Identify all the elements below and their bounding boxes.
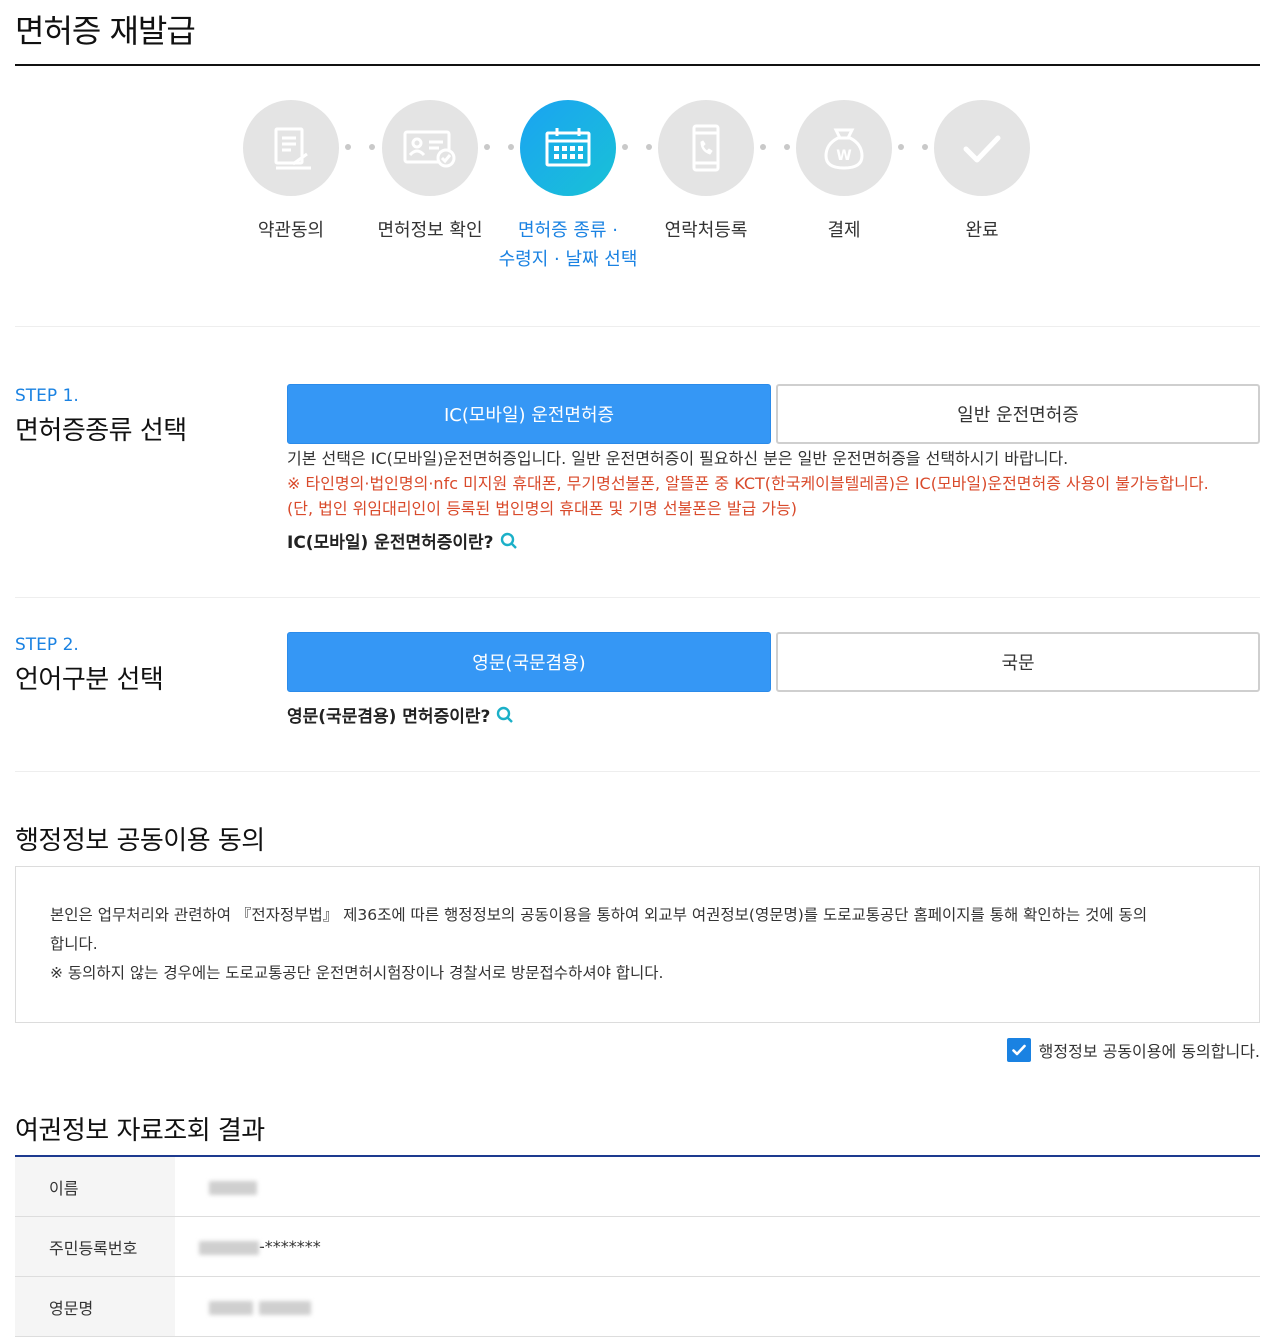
step-license-info: 면허정보 확인	[355, 100, 505, 245]
checkmark-icon	[934, 100, 1030, 196]
default-selection-note: 기본 선택은 IC(모바일)운전면허증입니다. 일반 운전면허증이 필요하신 분…	[287, 449, 1069, 468]
step-label: 완료	[965, 220, 999, 241]
step-label-line2: 수령지 · 날짜 선택	[498, 249, 638, 270]
step-label: 면허정보 확인	[377, 220, 483, 241]
row-value-resident-number: -*******	[175, 1216, 1260, 1277]
table-row: 이름	[15, 1157, 1260, 1217]
step2-tag: STEP 2.	[15, 635, 79, 655]
step1-heading: 면허증종류 선택	[15, 416, 187, 446]
step-payment: W 결제	[769, 100, 919, 245]
step-terms: 약관동의	[216, 100, 366, 245]
phone-icon	[658, 100, 754, 196]
table-row: 영문명	[15, 1276, 1260, 1337]
consent-text-cont: 합니다.	[50, 935, 98, 953]
money-bag-icon: W	[796, 100, 892, 196]
row-label-name: 이름	[15, 1157, 175, 1217]
search-icon	[500, 532, 517, 549]
search-icon	[497, 706, 514, 723]
row-value-english-name	[175, 1276, 1260, 1337]
calendar-icon	[520, 100, 616, 196]
step-label: 면허증 종류 · 수령지 · 날짜 선택	[493, 216, 643, 274]
svg-text:W: W	[836, 148, 851, 164]
page-title: 면허증 재발급	[15, 12, 196, 50]
consent-checkbox[interactable]	[1006, 1038, 1031, 1062]
passport-result-title: 여권정보 자료조회 결과	[15, 1116, 265, 1146]
step-complete: 완료	[907, 100, 1057, 245]
step-label: 결제	[827, 220, 861, 241]
consent-title: 행정정보 공동이용 동의	[15, 826, 265, 856]
id-card-check-icon	[382, 100, 478, 196]
check-icon	[1011, 1044, 1026, 1056]
step-label-line1: 면허증 종류 ·	[518, 220, 618, 241]
consent-notice: ※ 동의하지 않는 경우에는 도로교통공단 운전면허시험장이나 경찰서로 방문접…	[50, 964, 664, 982]
step-license-type: 면허증 종류 · 수령지 · 날짜 선택	[493, 100, 643, 274]
progress-stepper: 약관동의 면허정보 확인 면허증 종류 · 수령지 · 날짜 선택 연락처등록 …	[0, 100, 1280, 280]
redacted-value	[199, 1240, 259, 1255]
consent-checkbox-row[interactable]: 행정정보 공동이용에 동의합니다.	[1006, 1038, 1260, 1062]
ic-restriction-warning: ※ 타인명의·법인명의·nfc 미지원 휴대폰, 무기명선불폰, 알뜰폰 중 K…	[287, 474, 1209, 493]
step-label: 약관동의	[257, 220, 325, 241]
redacted-value	[209, 1300, 253, 1315]
consent-checkbox-label: 행정정보 공동이용에 동의합니다.	[1038, 1042, 1260, 1061]
ic-license-info-link[interactable]: IC(모바일) 운전면허증이란?	[287, 528, 518, 553]
ic-license-button[interactable]: IC(모바일) 운전면허증	[287, 384, 771, 444]
english-license-info-link[interactable]: 영문(국문겸용) 면허증이란?	[287, 702, 514, 727]
korean-only-button[interactable]: 국문	[776, 632, 1260, 692]
row-label-english-name: 영문명	[15, 1276, 175, 1337]
masked-suffix: -*******	[259, 1237, 321, 1256]
ic-restriction-exception: (단, 법인 위임대리인이 등록된 법인명의 휴대폰 및 기명 선불폰은 발급 …	[287, 499, 798, 518]
english-korean-button[interactable]: 영문(국문겸용)	[287, 632, 771, 692]
title-divider	[15, 64, 1260, 66]
step1-tag: STEP 1.	[15, 386, 79, 406]
table-row: 주민등록번호 -*******	[15, 1216, 1260, 1277]
step1-description: 기본 선택은 IC(모바일)운전면허증입니다. 일반 운전면허증이 필요하신 분…	[287, 446, 1209, 521]
help-link-text: 영문(국문겸용) 면허증이란?	[287, 707, 491, 727]
document-sign-icon	[243, 100, 339, 196]
help-link-text: IC(모바일) 운전면허증이란?	[287, 533, 494, 553]
passport-result-table: 이름 주민등록번호 -******* 영문명	[15, 1157, 1260, 1337]
section-divider	[15, 597, 1260, 598]
step-label: 연락처등록	[664, 220, 748, 241]
step-contact: 연락처등록	[631, 100, 781, 245]
section-divider	[15, 326, 1260, 327]
consent-text: 본인은 업무처리와 관련하여 『전자정부법』 제36조에 따른 행정정보의 공동…	[50, 906, 1148, 924]
redacted-value	[209, 1180, 257, 1195]
redacted-value	[259, 1300, 311, 1315]
section-divider	[15, 771, 1260, 772]
step2-heading: 언어구분 선택	[15, 665, 164, 695]
row-label-resident-number: 주민등록번호	[15, 1216, 175, 1277]
regular-license-button[interactable]: 일반 운전면허증	[776, 384, 1260, 444]
row-value-name	[175, 1157, 1260, 1217]
consent-text-box: 본인은 업무처리와 관련하여 『전자정부법』 제36조에 따른 행정정보의 공동…	[15, 866, 1260, 1023]
